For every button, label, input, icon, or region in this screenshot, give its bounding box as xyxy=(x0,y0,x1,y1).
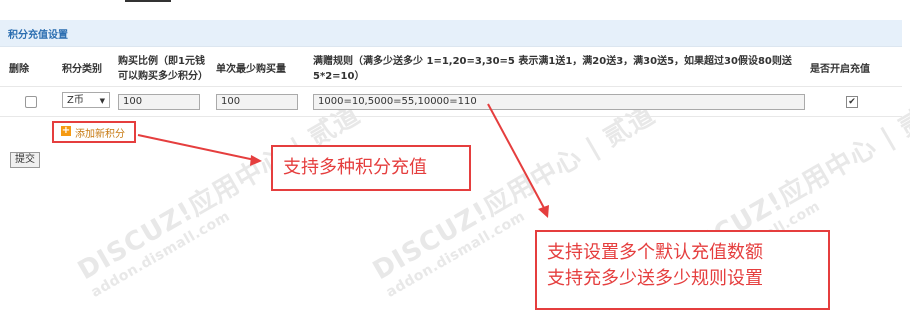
arrow-line-1 xyxy=(137,134,256,161)
callout-multi-credit: 支持多种积分充值 xyxy=(271,145,471,191)
arrow-head-1 xyxy=(250,155,262,166)
callout-rules-line2: 支持充多少送多少规则设置 xyxy=(547,268,763,289)
callout-rules: 支持设置多个默认充值数额 支持充多少送多少规则设置 xyxy=(535,230,830,310)
callout-rules-line1: 支持设置多个默认充值数额 xyxy=(547,242,763,263)
arrow-line-2 xyxy=(487,103,545,209)
